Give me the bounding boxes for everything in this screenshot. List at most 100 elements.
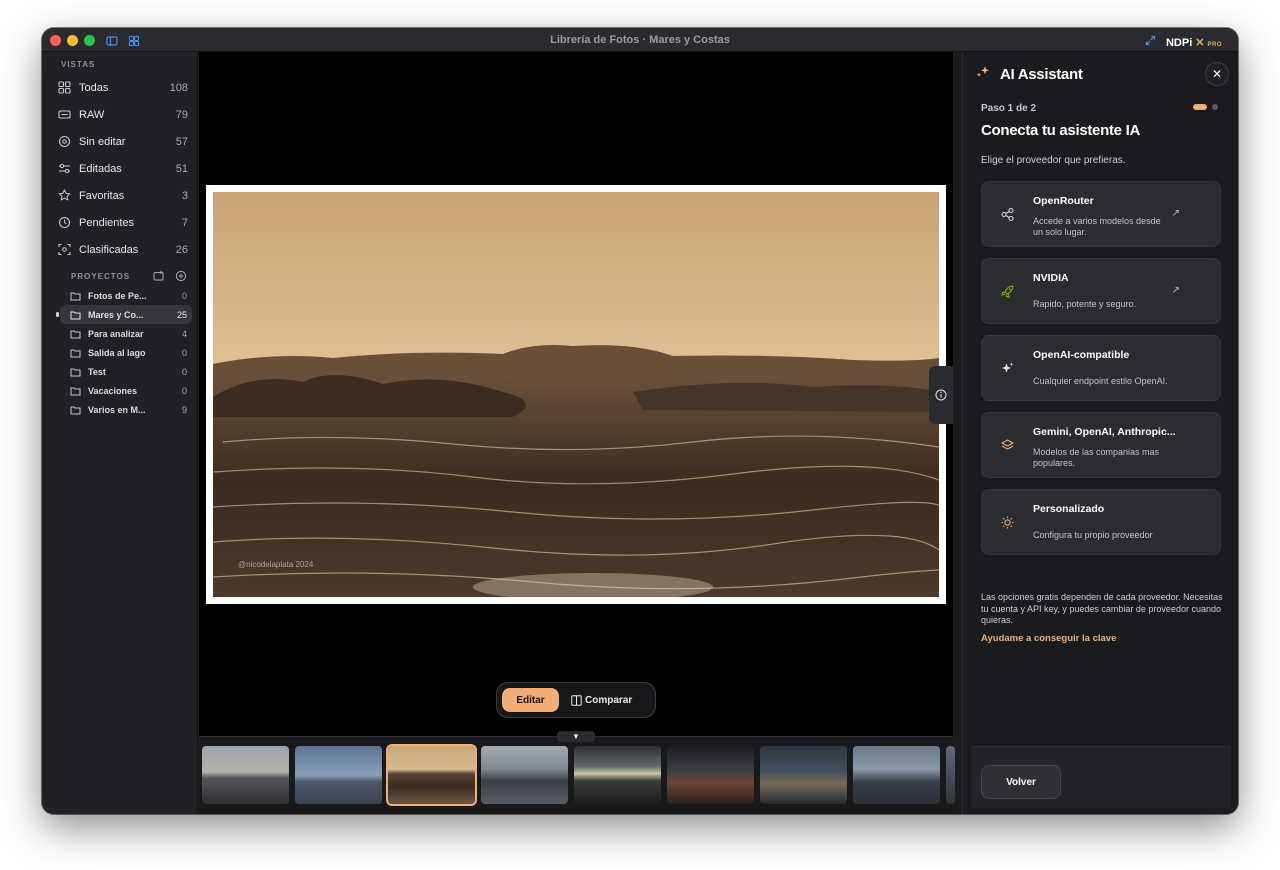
photo-viewer: @nicodelaplata 2024 Editar Comparar ▼ [199, 52, 955, 814]
project-label: Varios en M... [88, 404, 146, 415]
sun-icon [1000, 515, 1015, 530]
provider-card-custom[interactable]: Personalizado Configura tu propio provee… [981, 489, 1221, 555]
provider-desc: Modelos de las companias mas populares. [1033, 447, 1160, 468]
project-item[interactable]: Para analizar 4 [60, 324, 192, 343]
provider-card-openai-compatible[interactable]: OpenAI-compatible Cualquier endpoint est… [981, 335, 1221, 401]
window-title: Librería de Fotos · Mares y Costas [550, 34, 730, 46]
projects-section-label: PROYECTOS [71, 271, 131, 281]
external-link-icon: ↗ [1171, 285, 1180, 296]
provider-title: OpenRouter [1033, 195, 1094, 207]
provider-card-openrouter[interactable]: OpenRouter Accede a varios modelos desde… [981, 181, 1221, 247]
thumbnail[interactable] [853, 746, 940, 804]
folder-icon [70, 311, 81, 319]
project-label: Salida al lago [88, 347, 146, 358]
raw-icon [58, 110, 71, 119]
sidebar: VISTAS Todas 108 RAW 79 Sin editar 57 Edita… [42, 52, 198, 814]
project-item[interactable]: Vacaciones 0 [60, 381, 192, 400]
panel-heading: Conecta tu asistente IA [981, 122, 1140, 139]
project-count: 4 [181, 328, 187, 339]
step-dot [1212, 104, 1218, 110]
project-count: 0 [181, 347, 187, 358]
filmstrip: ▼ [199, 731, 955, 814]
provider-card-nvidia[interactable]: NVIDIA Rapido, potente y seguro. ↗ [981, 258, 1221, 324]
projects-list: Fotos de Pe... 0 Mares y Co... 25 Para ana… [56, 286, 192, 419]
project-item[interactable]: Fotos de Pe... 0 [60, 286, 192, 305]
views-list: Todas 108 RAW 79 Sin editar 57 Editadas 51 F… [58, 74, 188, 263]
view-item-clasificadas[interactable]: Clasificadas 26 [58, 236, 188, 263]
sliders-icon [59, 163, 70, 174]
folder-icon [70, 349, 81, 357]
view-count: 51 [175, 162, 188, 175]
thumbnail[interactable] [295, 746, 382, 804]
project-item[interactable]: Salida al lago 0 [60, 343, 192, 362]
project-count: 0 [181, 385, 187, 396]
circle-icon [58, 135, 71, 148]
new-folder-icon[interactable] [153, 270, 165, 282]
view-label: Favoritas [79, 189, 125, 202]
project-label: Fotos de Pe... [88, 290, 147, 301]
project-count: 25 [176, 309, 187, 320]
help-get-key-link[interactable]: Ayudame a conseguir la clave [981, 633, 1116, 644]
expand-icon[interactable] [1145, 33, 1156, 51]
thumbnail-row [202, 744, 955, 806]
title-bar: Librería de Fotos · Mares y Costas NDPi ✕… [42, 28, 1238, 52]
thumbnail[interactable] [481, 746, 568, 804]
panel-header: AI Assistant ✕ [975, 62, 1229, 86]
edit-button[interactable]: Editar [502, 688, 559, 712]
view-item-sin-editar[interactable]: Sin editar 57 [58, 128, 188, 155]
info-toggle[interactable] [929, 366, 953, 424]
provider-title: NVIDIA [1033, 272, 1069, 284]
panel-title: AI Assistant [1000, 65, 1083, 83]
main-photo[interactable]: @nicodelaplata 2024 [213, 192, 939, 597]
view-label: Sin editar [79, 135, 126, 148]
close-panel-button[interactable]: ✕ [1205, 62, 1229, 86]
provider-card-major-providers[interactable]: Gemini, OpenAI, Anthropic... Modelos de … [981, 412, 1221, 478]
project-count: 0 [181, 290, 187, 301]
split-view-icon [571, 694, 582, 706]
folder-icon [70, 387, 81, 395]
sparkles-icon [1000, 361, 1015, 376]
thumbnail[interactable] [574, 746, 661, 804]
view-label: Pendientes [79, 216, 135, 229]
project-label: Vacaciones [88, 385, 138, 396]
view-count: 3 [181, 189, 188, 202]
add-chat-icon[interactable] [175, 270, 187, 282]
filmstrip-collapse-button[interactable]: ▼ [557, 731, 595, 742]
mode-switcher: Editar Comparar [496, 682, 656, 718]
rocket-icon [1000, 284, 1015, 299]
compare-button[interactable]: Comparar [565, 688, 638, 712]
thumbnail[interactable] [667, 746, 754, 804]
thumbnail[interactable] [202, 746, 289, 804]
thumbnail-partial[interactable] [946, 746, 955, 804]
provider-list: OpenRouter Accede a varios modelos desde… [981, 181, 1221, 566]
provider-title: Gemini, OpenAI, Anthropic... [1033, 426, 1176, 438]
project-item-active[interactable]: Mares y Co... 25 [56, 305, 192, 324]
provider-note: Las opciones gratis dependen de cada pro… [981, 592, 1223, 625]
project-label: Test [88, 366, 106, 377]
external-link-icon: ↗ [1171, 208, 1180, 219]
view-item-raw[interactable]: RAW 79 [58, 101, 188, 128]
sparkle-icon [975, 64, 991, 85]
info-icon [935, 389, 947, 401]
provider-desc: Rapido, potente y seguro. [1033, 299, 1137, 309]
provider-desc: Cualquier endpoint estilo OpenAI. [1033, 376, 1168, 386]
project-count: 9 [181, 404, 187, 415]
folder-icon [70, 406, 81, 414]
thumbnail-selected[interactable] [386, 744, 477, 806]
thumbnail[interactable] [760, 746, 847, 804]
photo-scene [213, 192, 939, 597]
back-button[interactable]: Volver [981, 765, 1061, 799]
project-item[interactable]: Varios en M... 9 [60, 400, 192, 419]
view-item-editadas[interactable]: Editadas 51 [58, 155, 188, 182]
view-label: RAW [79, 108, 105, 121]
share-icon [1000, 207, 1015, 222]
brand-badge: PRO [1207, 41, 1222, 48]
brand-name: NDPi [1165, 36, 1193, 49]
panel-footer: Volver [971, 746, 1231, 808]
view-item-todas[interactable]: Todas 108 [58, 74, 188, 101]
view-item-pendientes[interactable]: Pendientes 7 [58, 209, 188, 236]
provider-desc: Configura tu propio proveedor [1033, 530, 1153, 540]
view-item-favoritas[interactable]: Favoritas 3 [58, 182, 188, 209]
view-count: 108 [169, 81, 188, 94]
project-item[interactable]: Test 0 [60, 362, 192, 381]
